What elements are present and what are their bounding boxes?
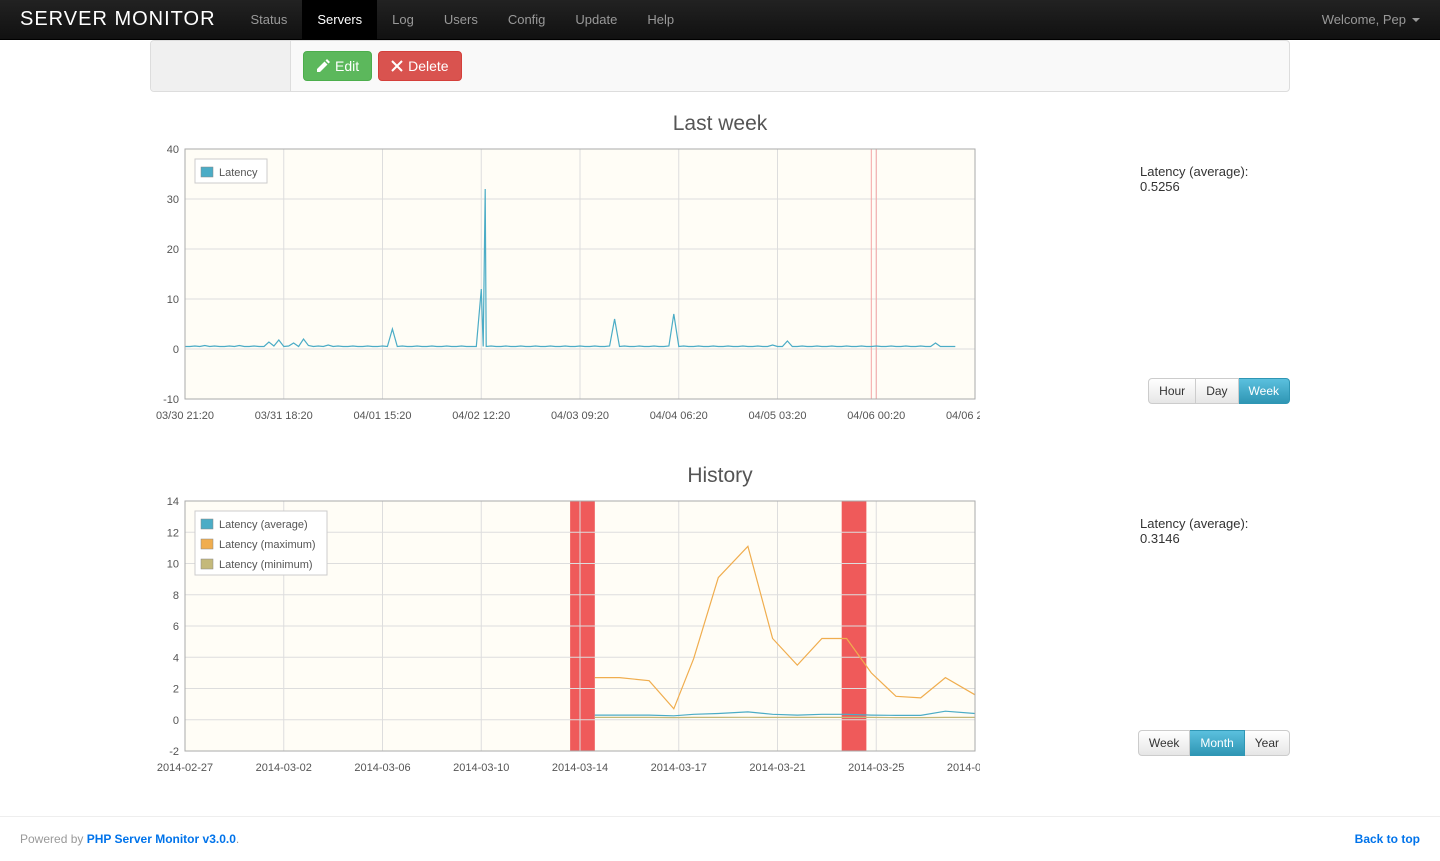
svg-text:4: 4 (173, 652, 179, 664)
chart-canvas-2: 2014-02-27 2014-03-02 2014-03-06 2014-03-10… (150, 496, 980, 786)
svg-text:30: 30 (167, 194, 179, 206)
svg-text:-10: -10 (163, 394, 179, 406)
svg-text:14: 14 (167, 496, 179, 508)
nav-item-status[interactable]: Status (236, 0, 303, 39)
delete-label: Delete (408, 58, 448, 74)
edit-icon (316, 59, 330, 73)
latency-average-label: Latency (average): 0.3146 (1140, 516, 1290, 546)
svg-text:2014-03-17: 2014-03-17 (651, 762, 707, 774)
svg-text:12: 12 (167, 527, 179, 539)
nav-item-config[interactable]: Config (493, 0, 561, 39)
chart-title: History (150, 464, 1290, 488)
footer: Powered by PHP Server Monitor v3.0.0. Ba… (0, 816, 1440, 861)
svg-text:04/06 21:20: 04/06 21:20 (946, 410, 980, 422)
svg-text:04/06 00:20: 04/06 00:20 (847, 410, 905, 422)
svg-text:Latency (average): Latency (average) (219, 519, 308, 531)
brand: SERVER MONITOR (20, 8, 216, 31)
svg-text:2014-03-14: 2014-03-14 (552, 762, 608, 774)
svg-text:2014-03-06: 2014-03-06 (354, 762, 410, 774)
svg-text:10: 10 (167, 294, 179, 306)
edit-button[interactable]: Edit (303, 51, 372, 81)
svg-text:Latency: Latency (219, 167, 258, 179)
svg-text:2014-03-25: 2014-03-25 (848, 762, 904, 774)
nav-item-update[interactable]: Update (560, 0, 632, 39)
svg-text:03/30 21:20: 03/30 21:20 (156, 410, 214, 422)
svg-text:2: 2 (173, 684, 179, 696)
nav-item-log[interactable]: Log (377, 0, 429, 39)
range-hour-button[interactable]: Hour (1148, 378, 1196, 404)
close-icon (391, 60, 403, 72)
nav-item-help[interactable]: Help (632, 0, 689, 39)
back-to-top-link[interactable]: Back to top (1355, 832, 1420, 846)
action-bar: Edit Delete (150, 40, 1290, 92)
svg-text:Latency (minimum): Latency (minimum) (219, 559, 313, 571)
range-week-button[interactable]: Week (1239, 378, 1290, 404)
svg-text:20: 20 (167, 244, 179, 256)
chart-canvas-1: 03/30 21:20 03/31 18:20 04/01 15:20 04/02 1… (150, 144, 980, 434)
range-year-button[interactable]: Year (1245, 730, 1290, 756)
svg-text:2014-03-29: 2014-03-29 (947, 762, 980, 774)
navbar: SERVER MONITOR StatusServersLogUsersConf… (0, 0, 1440, 40)
delete-button[interactable]: Delete (378, 51, 461, 81)
svg-text:2014-03-21: 2014-03-21 (749, 762, 805, 774)
svg-text:03/31 18:20: 03/31 18:20 (255, 410, 313, 422)
svg-text:04/04 06:20: 04/04 06:20 (650, 410, 708, 422)
nav-items: StatusServersLogUsersConfigUpdateHelp (236, 0, 690, 39)
nav-item-servers[interactable]: Servers (302, 0, 377, 39)
range-week-button[interactable]: Week (1138, 730, 1190, 756)
chart-title: Last week (150, 112, 1290, 136)
welcome-text: Welcome, Pep (1322, 12, 1406, 27)
range-buttons-2: WeekMonthYear (1138, 730, 1290, 756)
svg-text:-2: -2 (169, 746, 179, 758)
latency-average-label: Latency (average): 0.5256 (1140, 164, 1290, 194)
footer-link[interactable]: PHP Server Monitor v3.0.0 (87, 832, 236, 846)
svg-text:04/01 15:20: 04/01 15:20 (353, 410, 411, 422)
powered-by-text: Powered by (20, 832, 87, 846)
range-month-button[interactable]: Month (1190, 730, 1244, 756)
range-buttons-1: HourDayWeek (1148, 378, 1290, 404)
svg-text:04/03 09:20: 04/03 09:20 (551, 410, 609, 422)
edit-label: Edit (335, 58, 359, 74)
nav-item-users[interactable]: Users (429, 0, 493, 39)
svg-text:2014-03-02: 2014-03-02 (256, 762, 312, 774)
chevron-down-icon (1412, 18, 1420, 22)
svg-text:40: 40 (167, 144, 179, 156)
chart-last-week: Last week 03/30 21:20 03/31 18:20 04/01 15… (150, 112, 1290, 434)
svg-text:6: 6 (173, 621, 179, 633)
svg-text:Latency (maximum): Latency (maximum) (219, 539, 316, 551)
user-menu[interactable]: Welcome, Pep (1322, 12, 1420, 27)
range-day-button[interactable]: Day (1196, 378, 1238, 404)
svg-text:04/05 03:20: 04/05 03:20 (748, 410, 806, 422)
svg-text:0: 0 (173, 344, 179, 356)
svg-text:0: 0 (173, 715, 179, 727)
svg-text:10: 10 (167, 559, 179, 571)
action-bar-side (151, 41, 291, 91)
chart-history: History 2014-02-272014-03-022014-03-0620… (150, 464, 1290, 786)
svg-text:2014-02-27: 2014-02-27 (157, 762, 213, 774)
svg-text:04/02 12:20: 04/02 12:20 (452, 410, 510, 422)
svg-text:8: 8 (173, 590, 179, 602)
svg-text:2014-03-10: 2014-03-10 (453, 762, 509, 774)
